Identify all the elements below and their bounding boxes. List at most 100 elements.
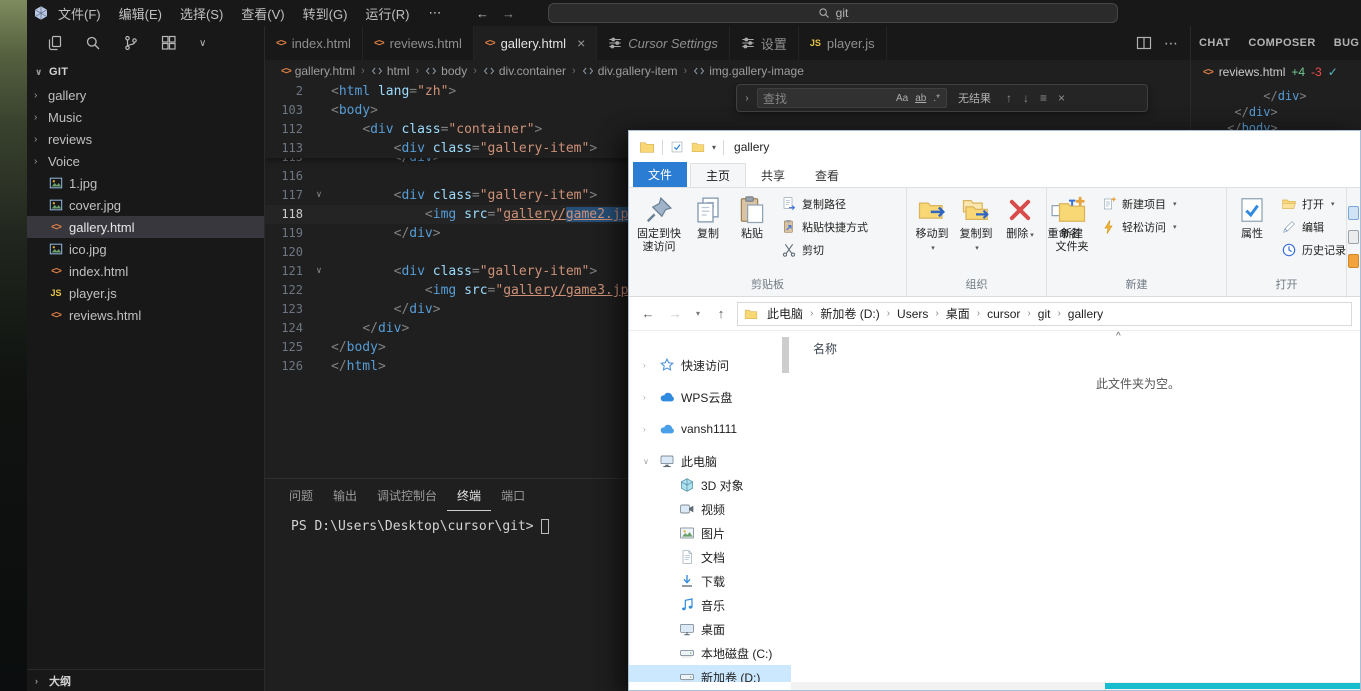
breadcrumb-item-div.gallery-item[interactable]: div.gallery-item bbox=[580, 64, 680, 78]
ribbon-copy-button[interactable]: 复制 bbox=[687, 192, 729, 244]
tree-item-ico.jpg[interactable]: ico.jpg bbox=[27, 238, 264, 260]
nav-item-视频[interactable]: 视频 bbox=[629, 497, 791, 521]
breadcrumb-item-body[interactable]: body bbox=[423, 64, 469, 78]
ribbon-edit-button[interactable]: 编辑 bbox=[1281, 217, 1346, 236]
sort-ascending-icon[interactable]: ^ bbox=[1116, 331, 1121, 342]
ribbon-tab-主页[interactable]: 主页 bbox=[690, 163, 746, 187]
assistant-tab-BUG[interactable]: BUG bbox=[1334, 37, 1360, 49]
nav-item-桌面[interactable]: 桌面 bbox=[629, 617, 791, 641]
chevron-down-icon[interactable]: ∨ bbox=[643, 457, 653, 466]
panel-tab-输出[interactable]: 输出 bbox=[323, 479, 367, 511]
whole-word-toggle[interactable]: ab bbox=[914, 93, 927, 104]
address-segment-gallery[interactable]: gallery bbox=[1061, 307, 1110, 321]
find-input[interactable]: 查找 Aa ab .* bbox=[757, 88, 947, 108]
ribbon-easy-access-button[interactable]: 轻松访问▾ bbox=[1101, 217, 1177, 236]
nav-item-图片[interactable]: 图片 bbox=[629, 521, 791, 545]
address-segment-cursor[interactable]: cursor bbox=[980, 307, 1027, 321]
ribbon-properties-button[interactable]: 属性 bbox=[1231, 192, 1273, 244]
explorer-back-button[interactable]: ← bbox=[637, 306, 659, 321]
new-folder-quick-icon[interactable] bbox=[691, 140, 705, 154]
ribbon-tab-共享[interactable]: 共享 bbox=[746, 164, 800, 187]
tree-item-index.html[interactable]: <>index.html bbox=[27, 260, 264, 282]
match-case-toggle[interactable]: Aa bbox=[895, 93, 909, 104]
recent-locations-icon[interactable]: ▾ bbox=[691, 309, 705, 318]
menu-查看(V)[interactable]: 查看(V) bbox=[232, 0, 293, 26]
tree-item-reviews[interactable]: ›reviews bbox=[27, 128, 264, 150]
address-segment-Users[interactable]: Users bbox=[890, 307, 935, 321]
nav-item-vansh1111[interactable]: ›vansh1111 bbox=[629, 417, 791, 441]
menu-选择(S)[interactable]: 选择(S) bbox=[171, 0, 232, 26]
tree-item-Voice[interactable]: ›Voice bbox=[27, 150, 264, 172]
tree-item-reviews.html[interactable]: <>reviews.html bbox=[27, 304, 264, 326]
tab-Cursor Settings[interactable]: Cursor Settings bbox=[597, 26, 730, 60]
menu-文件(F)[interactable]: 文件(F) bbox=[49, 0, 110, 26]
chevron-right-icon[interactable]: › bbox=[643, 425, 653, 434]
tab-player.js[interactable]: JSplayer.js bbox=[799, 26, 887, 60]
panel-tab-问题[interactable]: 问题 bbox=[279, 479, 323, 511]
horizontal-scrollbar[interactable] bbox=[791, 682, 1360, 690]
history-back-button[interactable]: ← bbox=[469, 6, 495, 21]
panel-tab-端口[interactable]: 端口 bbox=[491, 479, 535, 511]
tab-close-icon[interactable]: × bbox=[577, 36, 585, 50]
ribbon-pin-button[interactable]: 固定到快 速访问 bbox=[633, 192, 685, 257]
changed-file-row[interactable]: <> reviews.html +4 -3 ✓ bbox=[1191, 60, 1361, 84]
accept-check-icon[interactable]: ✓ bbox=[1328, 65, 1338, 79]
breadcrumb-item-gallery.html[interactable]: <>gallery.html bbox=[279, 64, 357, 78]
tab-设置[interactable]: 设置 bbox=[730, 26, 799, 60]
find-close-button[interactable]: × bbox=[1055, 91, 1068, 105]
column-header-name[interactable]: 名称 bbox=[791, 337, 1360, 359]
ribbon-paste-shortcut-button[interactable]: 粘贴快捷方式 bbox=[781, 217, 868, 236]
more-actions-icon[interactable]: ⋯ bbox=[1164, 35, 1178, 52]
tree-item-Music[interactable]: ›Music bbox=[27, 106, 264, 128]
assistant-tab-COMPOSER[interactable]: COMPOSER bbox=[1248, 37, 1315, 49]
up-one-level-button[interactable]: ↑ bbox=[710, 306, 732, 321]
ribbon-new-folder-button[interactable]: 新建 文件夹 bbox=[1051, 192, 1093, 257]
find-prev-button[interactable]: ↑ bbox=[1003, 91, 1015, 105]
ribbon-tab-查看[interactable]: 查看 bbox=[800, 164, 854, 187]
chevron-right-icon[interactable]: › bbox=[643, 393, 653, 402]
assistant-tab-CHAT[interactable]: CHAT bbox=[1199, 37, 1230, 49]
explorer-forward-button[interactable]: → bbox=[664, 306, 686, 321]
panel-tab-调试控制台[interactable]: 调试控制台 bbox=[367, 479, 447, 511]
menu-编辑(E)[interactable]: 编辑(E) bbox=[110, 0, 171, 26]
scrollbar-thumb[interactable] bbox=[1105, 683, 1360, 689]
ribbon-copy-path-button[interactable]: 复制路径 bbox=[781, 194, 868, 213]
regex-toggle[interactable]: .* bbox=[932, 93, 941, 104]
tree-item-player.js[interactable]: JSplayer.js bbox=[27, 282, 264, 304]
tree-item-gallery.html[interactable]: <>gallery.html bbox=[27, 216, 264, 238]
properties-quick-icon[interactable] bbox=[670, 140, 684, 154]
nav-item-WPS云盘[interactable]: ›WPS云盘 bbox=[629, 385, 791, 409]
customize-toolbar-icon[interactable]: ▾ bbox=[712, 143, 716, 152]
nav-item-快速访问[interactable]: ›快速访问 bbox=[629, 353, 791, 377]
nav-item-此电脑[interactable]: ∨此电脑 bbox=[629, 449, 791, 473]
split-editor-icon[interactable] bbox=[1136, 35, 1152, 51]
search-view-icon[interactable] bbox=[85, 35, 101, 51]
menu-overflow-button[interactable]: ⋯ bbox=[418, 5, 451, 21]
source-control-icon[interactable] bbox=[123, 35, 139, 51]
address-bar[interactable]: 此电脑›新加卷 (D:)›Users›桌面›cursor›git›gallery bbox=[737, 302, 1352, 326]
nav-item-3D 对象[interactable]: 3D 对象 bbox=[629, 473, 791, 497]
ribbon-open-button[interactable]: 打开▾ bbox=[1281, 194, 1346, 213]
menu-运行(R)[interactable]: 运行(R) bbox=[356, 0, 418, 26]
ribbon-del-button[interactable]: 删除▾ bbox=[999, 192, 1041, 245]
ribbon-new-item-button[interactable]: 新建项目▾ bbox=[1101, 194, 1177, 213]
nav-item-下载[interactable]: 下载 bbox=[629, 569, 791, 593]
command-search-box[interactable]: git bbox=[548, 3, 1118, 23]
tab-reviews.html[interactable]: <>reviews.html bbox=[363, 26, 474, 60]
address-segment-git[interactable]: git bbox=[1031, 307, 1058, 321]
ribbon-copy-to-button[interactable]: 复制到▾ bbox=[955, 192, 997, 258]
history-forward-button[interactable]: → bbox=[495, 6, 521, 21]
explorer-section-header[interactable]: ∨ GIT bbox=[27, 60, 264, 84]
tree-item-1.jpg[interactable]: 1.jpg bbox=[27, 172, 264, 194]
extensions-icon[interactable] bbox=[161, 35, 177, 51]
nav-scrollbar-thumb[interactable] bbox=[782, 337, 789, 373]
ribbon-tab-文件[interactable]: 文件 bbox=[633, 162, 687, 187]
ribbon-paste-button[interactable]: 粘贴 bbox=[731, 192, 773, 244]
find-next-button[interactable]: ↓ bbox=[1020, 91, 1032, 105]
outline-section-header[interactable]: › 大纲 bbox=[27, 669, 264, 691]
breadcrumb-item-div.container[interactable]: div.container bbox=[481, 64, 568, 78]
address-segment-新加卷 (D:)[interactable]: 新加卷 (D:) bbox=[813, 305, 886, 322]
ribbon-move-to-button[interactable]: 移动到▾ bbox=[911, 192, 953, 258]
nav-item-文档[interactable]: 文档 bbox=[629, 545, 791, 569]
fold-chevron-icon[interactable]: ∨ bbox=[311, 186, 327, 205]
